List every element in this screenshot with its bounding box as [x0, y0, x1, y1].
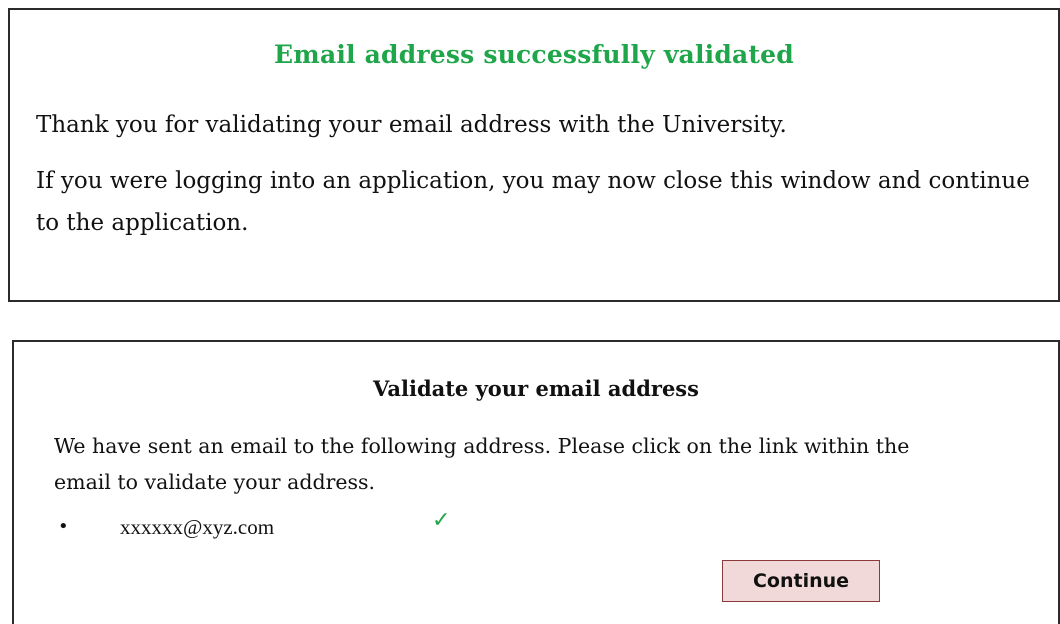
email-address: xxxxxx@xyz.com [120, 515, 275, 539]
validate-title: Validate your email address [373, 376, 699, 401]
success-title: Email address successfully validated [274, 40, 794, 69]
email-list-item: • xxxxxx@xyz.com ✓ [54, 508, 654, 544]
checkmark-icon: ✓ [432, 508, 451, 533]
bullet-icon: • [58, 516, 69, 537]
success-message: Thank you for validating your email addr… [36, 112, 787, 138]
success-instructions: If you were logging into an application,… [36, 168, 1030, 236]
continue-button[interactable]: Continue [722, 560, 880, 602]
validate-instructions: We have sent an email to the following a… [54, 434, 910, 494]
success-panel: Email address successfully validated Tha… [8, 8, 1060, 302]
validate-panel: Validate your email address We have sent… [12, 340, 1060, 624]
